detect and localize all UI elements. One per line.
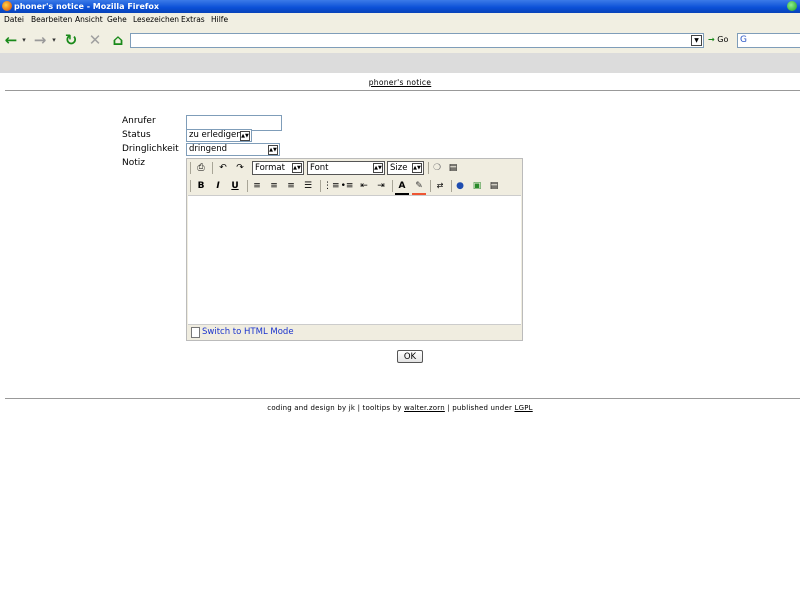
highlight-color-icon[interactable]: ✎ xyxy=(412,179,426,195)
align-right-icon[interactable]: ≡ xyxy=(284,179,298,193)
go-arrow-icon: → xyxy=(708,35,715,44)
align-left-icon[interactable]: ≡ xyxy=(250,179,264,193)
size-dropdown-icon: ▲▼ xyxy=(412,163,422,173)
urgency-selected-value: dringend xyxy=(189,144,228,154)
font-dropdown-icon: ▲▼ xyxy=(373,163,383,173)
ordered-list-icon[interactable]: ⋮≡ xyxy=(323,179,340,193)
back-dropdown-icon[interactable]: ▾ xyxy=(20,31,28,49)
tooltips-link[interactable]: walter.zorn xyxy=(404,404,445,412)
toolbar-separator xyxy=(451,180,452,192)
toolbar-separator xyxy=(428,162,429,174)
url-bar[interactable]: ▼ xyxy=(130,33,704,48)
editor-content-area[interactable] xyxy=(188,195,521,325)
size-select-label: Size xyxy=(390,163,408,173)
print-icon[interactable]: ⎙ xyxy=(194,161,208,175)
navigation-toolbar: ← ▾ → ▾ ↻ ✕ ⌂ ▼ → Go G xyxy=(0,27,800,54)
footer: coding and design by jk | tooltips by wa… xyxy=(0,404,800,412)
bookmarks-toolbar xyxy=(0,53,800,73)
caller-label: Anrufer xyxy=(122,116,156,126)
horizontal-rule-icon[interactable]: ▤ xyxy=(446,161,460,175)
switch-to-html-mode-link[interactable]: Switch to HTML Mode xyxy=(202,327,294,337)
toolbar-separator xyxy=(430,180,431,192)
insert-table-icon[interactable]: ▤ xyxy=(487,179,501,193)
status-select[interactable]: zu erledigen ▲▼ xyxy=(186,129,252,142)
reload-icon[interactable]: ↻ xyxy=(62,31,80,49)
window-title: phoner's notice - Mozilla Firefox xyxy=(14,2,160,11)
font-select[interactable]: Font ▲▼ xyxy=(307,161,385,175)
format-select[interactable]: Format ▲▼ xyxy=(252,161,304,175)
toolbar-separator xyxy=(190,180,191,192)
window-titlebar: phoner's notice - Mozilla Firefox xyxy=(0,0,800,13)
toolbar-separator xyxy=(392,180,393,192)
menu-hilfe[interactable]: Hilfe xyxy=(211,13,228,27)
html-mode-icon xyxy=(191,327,200,338)
menubar: Datei Bearbeiten Ansicht Gehe Lesezeiche… xyxy=(0,13,800,27)
italic-icon[interactable]: I xyxy=(211,179,225,193)
status-label: Status xyxy=(122,130,151,140)
window-button-icon[interactable] xyxy=(787,1,797,11)
search-engine-icon[interactable]: G xyxy=(740,34,747,46)
status-selected-value: zu erledigen xyxy=(189,130,242,140)
text-direction-icon[interactable]: ⇄ xyxy=(433,179,447,193)
stop-icon[interactable]: ✕ xyxy=(86,31,104,49)
footer-middle: | published under xyxy=(444,404,515,412)
rich-text-editor: ⎙ ↶ ↷ Format ▲▼ Font ▲▼ Size ▲▼ ❍ ▤ B I … xyxy=(186,158,523,341)
editor-toolbar-row-2: B I U ≡ ≡ ≡ ☰ ⋮≡ •≡ ⇤ ⇥ A ✎ ⇄ ● ▣ ▤ xyxy=(187,177,522,195)
back-arrow-icon[interactable]: ← xyxy=(3,31,19,49)
forward-dropdown-icon[interactable]: ▾ xyxy=(50,31,58,49)
cube-icon[interactable]: ❍ xyxy=(430,161,444,175)
page-title-link[interactable]: phoner's notice xyxy=(0,78,800,87)
unordered-list-icon[interactable]: •≡ xyxy=(340,179,354,193)
note-label: Notiz xyxy=(122,158,145,168)
redo-icon[interactable]: ↷ xyxy=(233,161,247,175)
menu-gehe[interactable]: Gehe xyxy=(107,13,127,27)
toolbar-separator xyxy=(212,162,213,174)
bottom-divider xyxy=(5,398,800,399)
urgency-dropdown-icon: ▲▼ xyxy=(268,145,278,155)
urgency-select[interactable]: dringend ▲▼ xyxy=(186,143,280,156)
search-field[interactable]: G xyxy=(737,33,800,48)
menu-datei[interactable]: Datei xyxy=(4,13,24,27)
go-button[interactable]: → Go xyxy=(708,33,728,47)
insert-image-icon[interactable]: ▣ xyxy=(470,179,484,193)
insert-link-icon[interactable]: ● xyxy=(453,179,467,193)
top-divider xyxy=(5,90,800,91)
forward-arrow-icon[interactable]: → xyxy=(32,31,48,49)
toolbar-separator xyxy=(320,180,321,192)
size-select[interactable]: Size ▲▼ xyxy=(387,161,424,175)
menu-bearbeiten[interactable]: Bearbeiten xyxy=(31,13,72,27)
go-label: Go xyxy=(717,35,729,44)
align-center-icon[interactable]: ≡ xyxy=(267,179,281,193)
url-dropdown-icon[interactable]: ▼ xyxy=(691,35,702,46)
editor-toolbar-row-1: ⎙ ↶ ↷ Format ▲▼ Font ▲▼ Size ▲▼ ❍ ▤ xyxy=(187,159,522,177)
format-dropdown-icon: ▲▼ xyxy=(292,163,302,173)
urgency-label: Dringlichkeit xyxy=(122,144,179,154)
footer-prefix: coding and design by jk | tooltips by xyxy=(267,404,405,412)
home-icon[interactable]: ⌂ xyxy=(109,31,127,49)
justify-icon[interactable]: ☰ xyxy=(301,179,315,193)
font-select-label: Font xyxy=(310,163,329,173)
menu-extras[interactable]: Extras xyxy=(181,13,205,27)
bold-icon[interactable]: B xyxy=(194,179,208,193)
text-color-icon[interactable]: A xyxy=(395,179,409,195)
undo-icon[interactable]: ↶ xyxy=(216,161,230,175)
toolbar-separator xyxy=(247,180,248,192)
format-select-label: Format xyxy=(255,163,285,173)
indent-icon[interactable]: ⇥ xyxy=(374,179,388,193)
status-dropdown-icon: ▲▼ xyxy=(240,131,250,141)
license-link[interactable]: LGPL xyxy=(514,404,532,412)
underline-icon[interactable]: U xyxy=(228,179,242,193)
menu-ansicht[interactable]: Ansicht xyxy=(75,13,103,27)
ok-button[interactable]: OK xyxy=(397,350,423,363)
firefox-logo-icon xyxy=(2,1,12,11)
outdent-icon[interactable]: ⇤ xyxy=(357,179,371,193)
toolbar-separator xyxy=(190,162,191,174)
menu-lesezeichen[interactable]: Lesezeichen xyxy=(133,13,179,27)
